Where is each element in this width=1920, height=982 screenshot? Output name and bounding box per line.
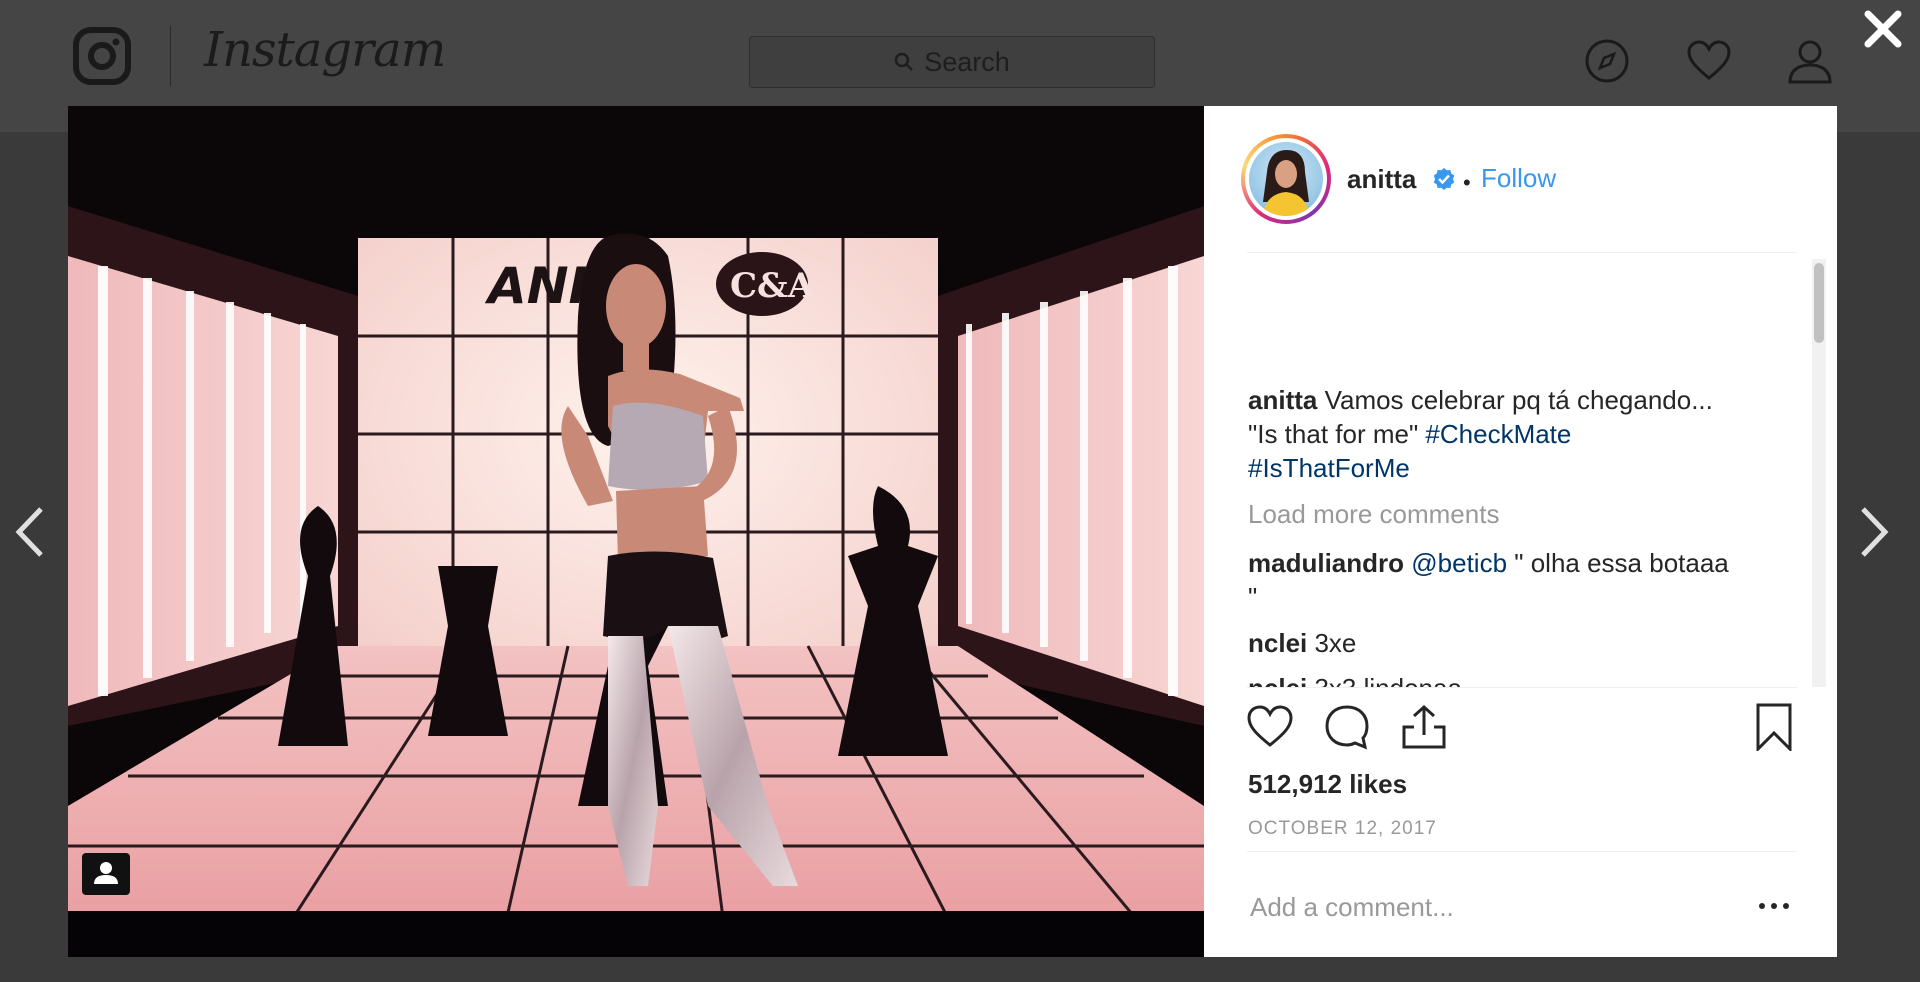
comment-text: 3xe (1307, 628, 1357, 658)
comment-username[interactable]: nclei (1248, 673, 1307, 687)
avatar[interactable] (1241, 134, 1331, 224)
comment-item: nclei 3x3 lindonaa (1248, 671, 1768, 687)
user-tag-icon (94, 862, 118, 884)
caption-text-line2: "Is that for me" (1248, 419, 1426, 449)
anitta-brand-text: ANI (484, 257, 587, 315)
comments-list[interactable]: anitta Vamos celebrar pq tá chegando... … (1204, 253, 1837, 687)
caption-text-line1: Vamos celebrar pq tá chegando... (1317, 385, 1713, 415)
compass-icon[interactable] (1584, 38, 1630, 84)
likes-count[interactable]: 512,912 likes (1248, 769, 1407, 800)
comment-text-continued: " (1248, 582, 1258, 612)
comment-username[interactable]: maduliandro (1248, 548, 1404, 578)
caption: anitta Vamos celebrar pq tá chegando... … (1248, 383, 1768, 485)
share-icon[interactable] (1400, 703, 1448, 751)
more-options-icon[interactable] (1754, 896, 1794, 916)
logo-divider (170, 26, 171, 86)
photo-illustration: ANI C&A (68, 106, 1204, 957)
comment-input-divider (1247, 851, 1797, 852)
add-comment-input[interactable] (1248, 886, 1732, 928)
follow-button[interactable]: Follow (1481, 163, 1556, 194)
chevron-left-icon[interactable] (15, 505, 45, 559)
chevron-right-icon[interactable] (1859, 505, 1889, 559)
instagram-camera-icon[interactable] (72, 26, 132, 86)
hashtag-link[interactable]: #CheckMate (1425, 419, 1571, 449)
post-details-panel: anitta • Follow anitta Vamos celebrar pq… (1204, 106, 1837, 957)
comment-mention-link[interactable]: @beticb (1411, 548, 1507, 578)
hashtag-link[interactable]: #IsThatForMe (1248, 453, 1410, 483)
close-icon[interactable] (1862, 8, 1904, 50)
actions-divider (1247, 687, 1797, 688)
profile-icon[interactable] (1787, 38, 1833, 84)
instagram-wordmark[interactable]: Instagram (204, 22, 446, 78)
verified-badge-icon (1433, 168, 1455, 190)
post-date[interactable]: OCTOBER 12, 2017 (1248, 818, 1437, 840)
bookmark-icon[interactable] (1750, 703, 1798, 751)
ca-logo-text: C&A (730, 266, 815, 306)
comment-text: " olha essa botaaa (1507, 548, 1729, 578)
load-more-comments-button[interactable]: Load more comments (1248, 497, 1768, 531)
post-author-username[interactable]: anitta (1347, 164, 1416, 195)
comment-username[interactable]: nclei (1248, 628, 1307, 658)
avatar-image (1263, 150, 1309, 216)
comment-bubble-icon[interactable] (1323, 703, 1371, 751)
caption-username[interactable]: anitta (1248, 385, 1317, 415)
user-tag-button[interactable] (82, 853, 130, 895)
search-placeholder: Search (924, 46, 1010, 77)
comment-item: maduliandro @beticb " olha essa botaaa " (1248, 546, 1768, 614)
header-separator-dot: • (1463, 170, 1471, 195)
search-icon (894, 52, 914, 71)
comment-text: 3x3 lindonaa (1307, 673, 1461, 687)
comments-scrollbar-thumb[interactable] (1814, 263, 1824, 343)
heart-icon[interactable] (1686, 38, 1732, 84)
comment-item: nclei 3xe (1248, 626, 1768, 660)
post-photo[interactable]: ANI C&A (68, 106, 1204, 957)
post-header: anitta • Follow (1204, 106, 1837, 253)
like-heart-icon[interactable] (1246, 703, 1294, 751)
search-bar[interactable]: Search (749, 36, 1155, 88)
